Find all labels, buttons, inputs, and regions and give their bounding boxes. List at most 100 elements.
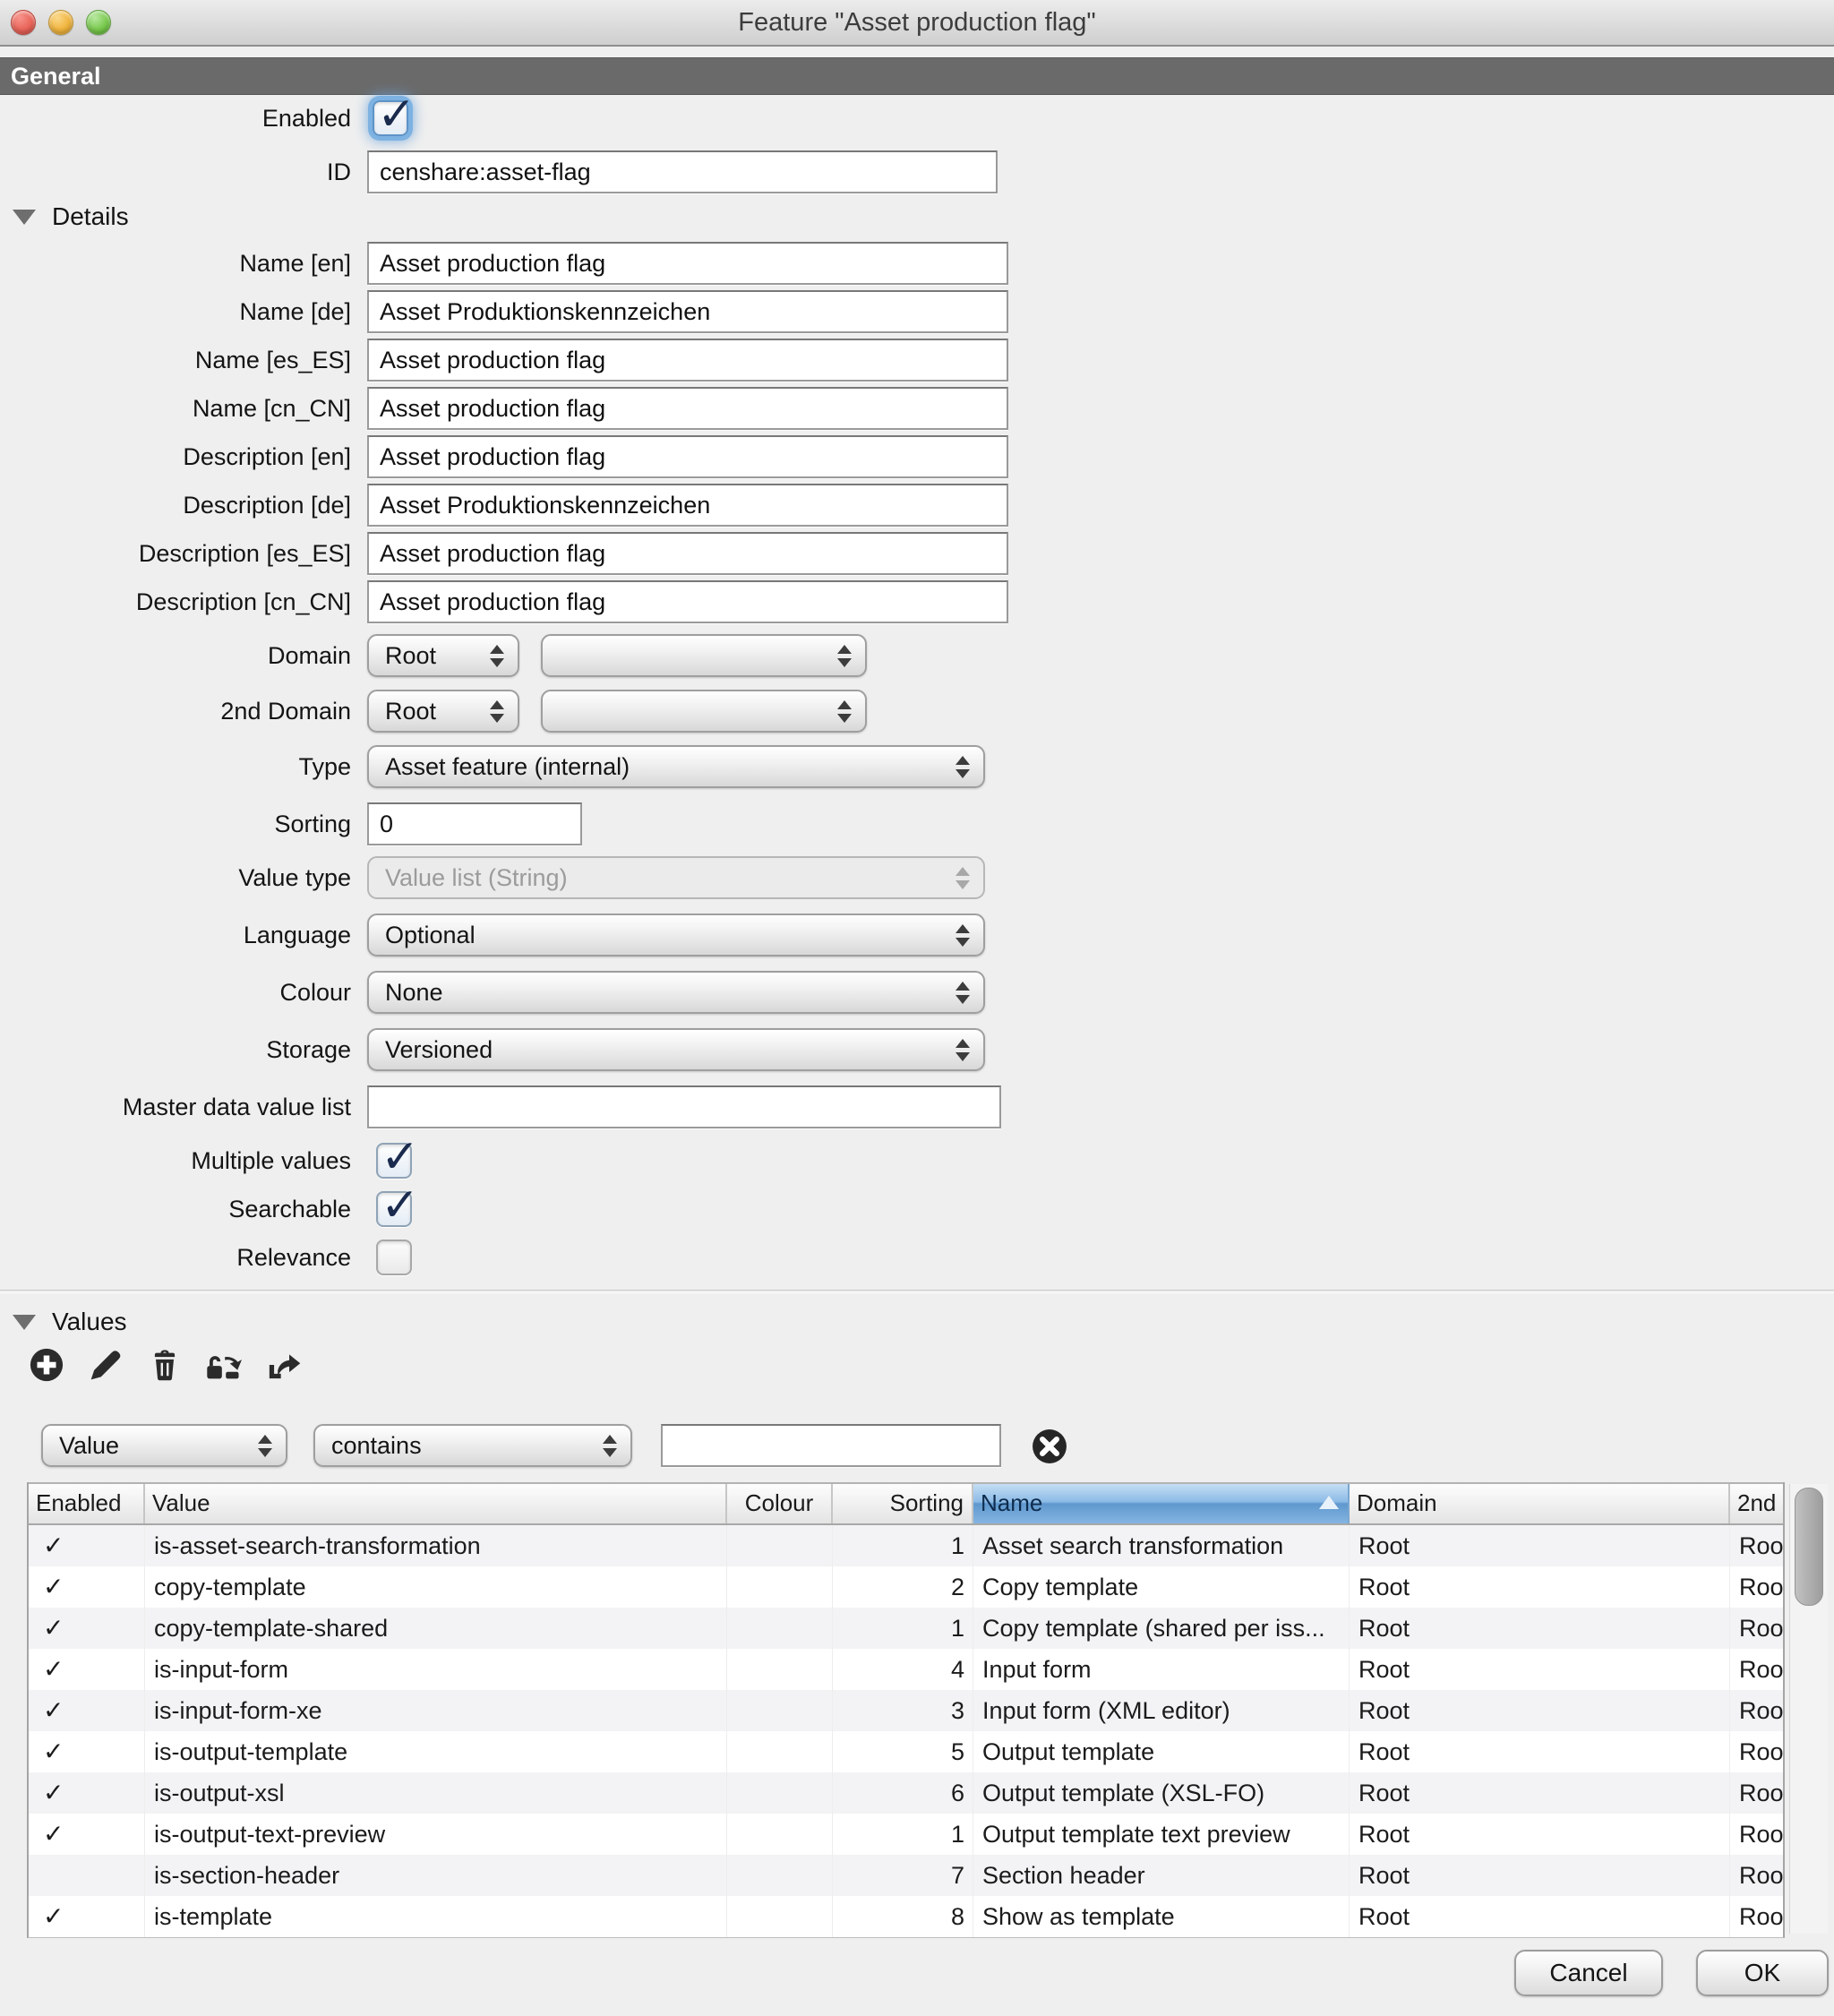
cell-colour [727,1814,833,1855]
clear-filter-button[interactable] [1030,1427,1069,1471]
storage-select[interactable]: Versioned [367,1028,985,1071]
table-row[interactable]: is-section-header 7 Section header Root … [29,1855,1783,1896]
enabled-checkbox[interactable] [373,100,408,136]
cell-value: copy-template [145,1566,727,1608]
description-es-field[interactable] [367,532,1008,575]
filter-field-select[interactable]: Value [41,1424,287,1467]
column-header-second-domain[interactable]: 2nd Domain [1730,1484,1783,1523]
cell-domain: Root [1350,1772,1730,1814]
table-row[interactable]: ✓ is-input-form-xe 3 Input form (XML edi… [29,1690,1783,1731]
description-en-field[interactable] [367,435,1008,478]
clear-circle-icon [1030,1427,1069,1466]
table-row[interactable]: ✓ is-asset-search-transformation 1 Asset… [29,1525,1783,1566]
column-header-colour[interactable]: Colour [727,1484,833,1523]
second-domain-row: 2nd Domain Root [0,690,1164,733]
searchable-checkbox[interactable] [376,1191,412,1227]
table-row[interactable]: ✓ is-input-form 4 Input form Root Root [29,1649,1783,1690]
cell-name: Section header [973,1855,1350,1896]
domain-sub-select[interactable] [541,634,867,677]
filter-query-input[interactable] [661,1424,1001,1467]
cancel-button[interactable]: Cancel [1514,1950,1663,1996]
column-header-name[interactable]: Name [973,1484,1350,1523]
ok-button[interactable]: OK [1696,1950,1829,1996]
storage-label: Storage [0,1036,351,1064]
language-label: Language [0,922,351,949]
domain-select[interactable]: Root [367,634,519,677]
second-domain-select[interactable]: Root [367,690,519,733]
close-window-icon[interactable] [11,10,36,35]
table-row[interactable]: ✓ is-output-template 5 Output template R… [29,1731,1783,1772]
cell-second-domain: Root [1730,1855,1783,1896]
details-section-header[interactable]: Details [13,202,129,231]
description-de-field[interactable] [367,484,1008,527]
column-header-sorting[interactable]: Sorting [833,1484,973,1523]
second-domain-sub-select[interactable] [541,690,867,733]
disclosure-triangle-icon[interactable] [13,1315,36,1330]
cell-enabled: ✓ [29,1566,145,1608]
type-select[interactable]: Asset feature (internal) [367,745,985,788]
stepper-arrows-icon [956,924,970,947]
cell-sorting: 5 [833,1731,973,1772]
cell-domain: Root [1350,1649,1730,1690]
filter-operator-select[interactable]: contains [313,1424,632,1467]
export-values-button[interactable] [263,1345,303,1385]
values-section-header[interactable]: Values [13,1308,127,1336]
stepper-arrows-icon [956,982,970,1004]
colour-select-value: None [369,979,443,1007]
cell-colour [727,1772,833,1814]
name-en-field[interactable] [367,242,1008,285]
delete-value-button[interactable] [145,1345,184,1385]
scrollbar-thumb[interactable] [1795,1488,1823,1606]
cell-enabled: ✓ [29,1608,145,1649]
id-field[interactable] [367,150,998,193]
name-cn-field[interactable] [367,387,1008,430]
column-header-enabled[interactable]: Enabled [29,1484,145,1523]
column-header-value[interactable]: Value [145,1484,727,1523]
id-label: ID [0,159,351,186]
value-type-select-value: Value list (String) [369,864,568,892]
table-row[interactable]: ✓ copy-template 2 Copy template Root Roo… [29,1566,1783,1608]
cell-enabled [29,1855,145,1896]
cell-value: is-section-header [145,1855,727,1896]
disclosure-triangle-icon[interactable] [13,210,36,225]
filter-field-value: Value [43,1432,119,1460]
relevance-checkbox[interactable] [376,1240,412,1275]
stepper-arrows-icon [603,1435,617,1457]
name-de-field[interactable] [367,290,1008,333]
cell-colour [727,1731,833,1772]
zoom-window-icon[interactable] [86,10,111,35]
unlock-reset-button[interactable] [204,1345,244,1385]
language-select[interactable]: Optional [367,914,985,957]
name-es-field[interactable] [367,339,1008,382]
cell-sorting: 1 [833,1525,973,1566]
minimize-window-icon[interactable] [48,10,73,35]
cell-colour [727,1525,833,1566]
edit-value-button[interactable] [86,1345,125,1385]
colour-select[interactable]: None [367,971,985,1014]
stepper-arrows-icon [490,700,504,723]
description-cn-field[interactable] [367,580,1008,623]
table-row[interactable]: ✓ is-output-xsl 6 Output template (XSL-F… [29,1772,1783,1814]
table-row[interactable]: ✓ is-output-text-preview 1 Output templa… [29,1814,1783,1855]
domain-label: Domain [0,642,351,670]
cell-name: Output template text preview [973,1814,1350,1855]
name-de-label: Name [de] [0,298,351,326]
cell-enabled: ✓ [29,1731,145,1772]
table-vertical-scrollbar[interactable] [1789,1484,1828,1934]
value-type-label: Value type [0,864,351,892]
master-data-field[interactable] [367,1085,1001,1128]
stepper-arrows-icon [258,1435,272,1457]
relevance-row: Relevance [0,1236,1164,1279]
sorting-field[interactable] [367,802,582,845]
table-row[interactable]: ✓ is-template 8 Show as template Root Ro… [29,1896,1783,1937]
table-row[interactable]: ✓ copy-template-shared 1 Copy template (… [29,1608,1783,1649]
column-header-domain[interactable]: Domain [1350,1484,1730,1523]
cell-name: Output template [973,1731,1350,1772]
add-value-button[interactable] [27,1345,66,1385]
multiple-values-checkbox[interactable] [376,1143,412,1179]
lock-refresh-icon [204,1346,244,1384]
description-de-label: Description [de] [0,492,351,519]
cell-name: Copy template (shared per iss... [973,1608,1350,1649]
master-data-label: Master data value list [0,1094,351,1121]
cell-second-domain: Root [1730,1690,1783,1731]
